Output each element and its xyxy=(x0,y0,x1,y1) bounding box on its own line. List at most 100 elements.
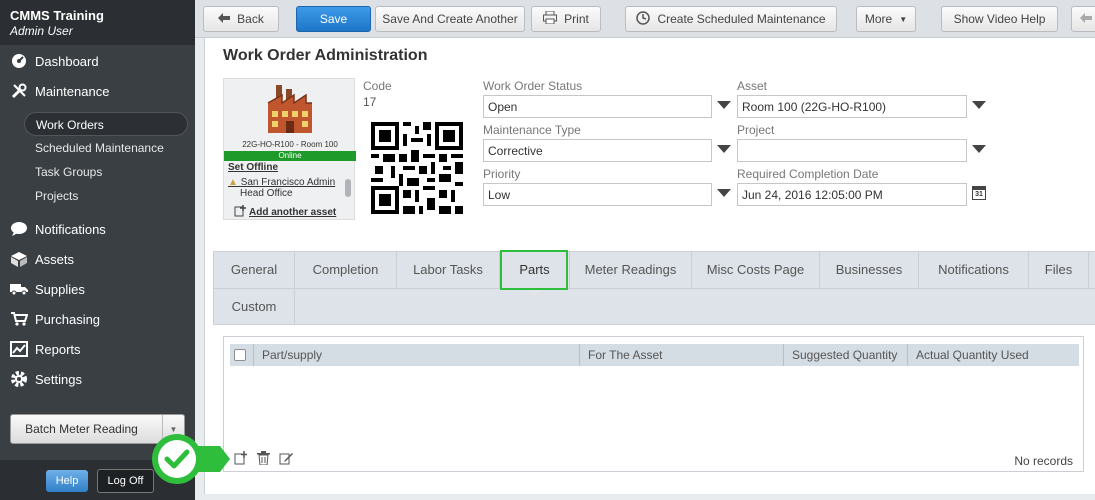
asset-label: Asset xyxy=(737,79,768,93)
arrow-left-icon xyxy=(1080,12,1092,26)
asset-caption: 22G-HO-R100 - Room 100 xyxy=(242,140,338,149)
asset-select[interactable]: Room 100 (22G-HO-R100) xyxy=(737,95,967,118)
chevron-down-icon[interactable] xyxy=(717,145,731,153)
sidebar-item-assets[interactable]: Assets xyxy=(10,248,74,270)
sidebar-item-dashboard[interactable]: Dashboard xyxy=(10,50,99,72)
add-asset-icon xyxy=(234,205,246,220)
tab-labor-tasks[interactable]: Labor Tasks xyxy=(397,252,500,288)
create-scheduled-maintenance-button[interactable]: Create Scheduled Maintenance xyxy=(625,6,837,32)
clock-icon xyxy=(636,10,651,28)
sidebar-item-label: Supplies xyxy=(35,281,85,297)
chevron-down-icon[interactable] xyxy=(972,145,986,153)
code-value: 17 xyxy=(363,95,377,109)
help-button[interactable]: Help xyxy=(46,470,88,492)
grid-header: Part/supply For The Asset Suggested Quan… xyxy=(230,344,1079,366)
tab-misc-costs-page[interactable]: Misc Costs Page xyxy=(692,252,820,288)
tab-custom[interactable]: Custom xyxy=(214,289,295,325)
add-asset-label: Add another asset xyxy=(249,207,337,218)
project-select[interactable] xyxy=(737,139,967,162)
maintenance-type-select[interactable]: Corrective xyxy=(483,139,712,162)
sidebar-item-label: Dashboard xyxy=(35,53,99,69)
chevron-down-icon[interactable] xyxy=(717,101,731,109)
sidebar-item-label: Maintenance xyxy=(35,83,110,99)
sidebar-item-purchasing[interactable]: Purchasing xyxy=(10,308,100,330)
dashboard-icon xyxy=(10,52,28,70)
more-button[interactable]: More ▼ xyxy=(856,6,916,32)
sidebar-item-label: Notifications xyxy=(35,221,106,237)
edit-icon[interactable] xyxy=(279,451,293,468)
show-video-help-button[interactable]: Show Video Help xyxy=(941,6,1058,32)
sidebar-item-notifications[interactable]: Notifications xyxy=(10,218,106,240)
sidebar: CMMS Training Admin User Dashboard Maint… xyxy=(0,0,195,500)
tab-completion[interactable]: Completion xyxy=(295,252,397,288)
sidebar-subitem-task-groups[interactable]: Task Groups xyxy=(24,160,188,184)
tab-bar: General Completion Labor Tasks Parts Met… xyxy=(213,250,1095,325)
column-header-for-the-asset[interactable]: For The Asset xyxy=(580,344,784,366)
set-offline-link[interactable]: Set Offline xyxy=(228,162,278,173)
sidebar-subitem-scheduled-maintenance[interactable]: Scheduled Maintenance xyxy=(24,136,188,160)
chevron-down-icon[interactable] xyxy=(972,101,986,109)
chat-bubble-icon xyxy=(10,220,28,238)
sidebar-item-reports[interactable]: Reports xyxy=(10,338,81,360)
location-icon: ▲ xyxy=(228,177,238,188)
page-title: Work Order Administration xyxy=(223,47,428,64)
chart-icon xyxy=(10,340,28,358)
location-label: San Francisco Admin xyxy=(240,177,336,188)
work-order-status-label: Work Order Status xyxy=(483,79,583,93)
tab-files[interactable]: Files xyxy=(1029,252,1089,288)
column-header-suggested-quantity[interactable]: Suggested Quantity xyxy=(784,344,908,366)
save-button[interactable]: Save xyxy=(296,6,371,32)
sidebar-item-label: Assets xyxy=(35,251,75,267)
print-button[interactable]: Print xyxy=(531,6,601,32)
tab-businesses[interactable]: Businesses xyxy=(820,252,919,288)
tab-notifications[interactable]: Notifications xyxy=(919,252,1029,288)
caret-down-icon: ▼ xyxy=(899,14,908,24)
save-and-create-another-button[interactable]: Save And Create Another xyxy=(375,6,525,32)
sidebar-item-supplies[interactable]: Supplies xyxy=(10,278,85,300)
more-label: More xyxy=(864,12,893,26)
factory-icon xyxy=(262,81,318,137)
asset-card: 22G-HO-R100 - Room 100 Online Set Offlin… xyxy=(223,78,356,220)
truck-icon xyxy=(10,280,28,298)
calendar-icon[interactable]: 31 xyxy=(972,186,986,200)
grid-actions xyxy=(234,451,293,468)
asset-location-list: ▲ San Francisco Admin Head Office xyxy=(228,177,348,199)
logoff-button[interactable]: Log Off xyxy=(97,469,154,493)
tab-meter-readings[interactable]: Meter Readings xyxy=(570,252,692,288)
chevron-down-icon[interactable] xyxy=(717,189,731,197)
app-title: CMMS Training xyxy=(10,8,104,23)
sidebar-item-maintenance[interactable]: Maintenance xyxy=(10,80,109,102)
tab-general[interactable]: General xyxy=(214,252,295,288)
priority-label: Priority xyxy=(483,167,521,181)
work-order-status-select[interactable]: Open xyxy=(483,95,712,118)
forward-button[interactable] xyxy=(1071,6,1095,32)
sidebar-subitem-work-orders[interactable]: Work Orders xyxy=(24,112,188,136)
main-panel: Work Order Administration 22G-HO-R100 - … xyxy=(204,38,1095,494)
column-header-actual-quantity-used[interactable]: Actual Quantity Used xyxy=(908,344,1078,366)
status-badge: Online xyxy=(224,151,356,161)
print-label: Print xyxy=(564,12,589,26)
required-completion-date-field[interactable]: Jun 24, 2016 12:05:00 PM xyxy=(737,183,967,206)
sidebar-item-label: Purchasing xyxy=(35,311,101,327)
sidebar-item-label: Reports xyxy=(35,341,81,357)
toolbar: Back Save Save And Create Another Print … xyxy=(195,0,1095,38)
active-tab-highlight xyxy=(500,250,568,290)
parts-grid: Part/supply For The Asset Suggested Quan… xyxy=(223,336,1084,472)
location-scrollbar[interactable] xyxy=(345,179,351,197)
priority-select[interactable]: Low xyxy=(483,183,712,206)
add-another-asset-link[interactable]: Add another asset xyxy=(234,205,336,220)
trash-icon[interactable] xyxy=(257,451,270,468)
qr-code-image xyxy=(371,122,463,214)
add-icon[interactable] xyxy=(234,451,248,468)
column-header-part-supply[interactable]: Part/supply xyxy=(254,344,580,366)
sidebar-item-label: Settings xyxy=(35,371,82,387)
batch-meter-reading-label: Batch Meter Reading xyxy=(25,422,138,436)
select-all-checkbox[interactable] xyxy=(234,349,246,361)
code-label: Code xyxy=(363,79,392,93)
maintenance-type-label: Maintenance Type xyxy=(483,123,581,137)
sidebar-subitem-projects[interactable]: Projects xyxy=(24,184,188,208)
checkmark-callout-icon xyxy=(150,432,230,486)
location-link[interactable]: ▲ San Francisco Admin xyxy=(228,177,348,188)
sidebar-item-settings[interactable]: Settings xyxy=(10,368,82,390)
back-button[interactable]: Back xyxy=(203,6,279,32)
